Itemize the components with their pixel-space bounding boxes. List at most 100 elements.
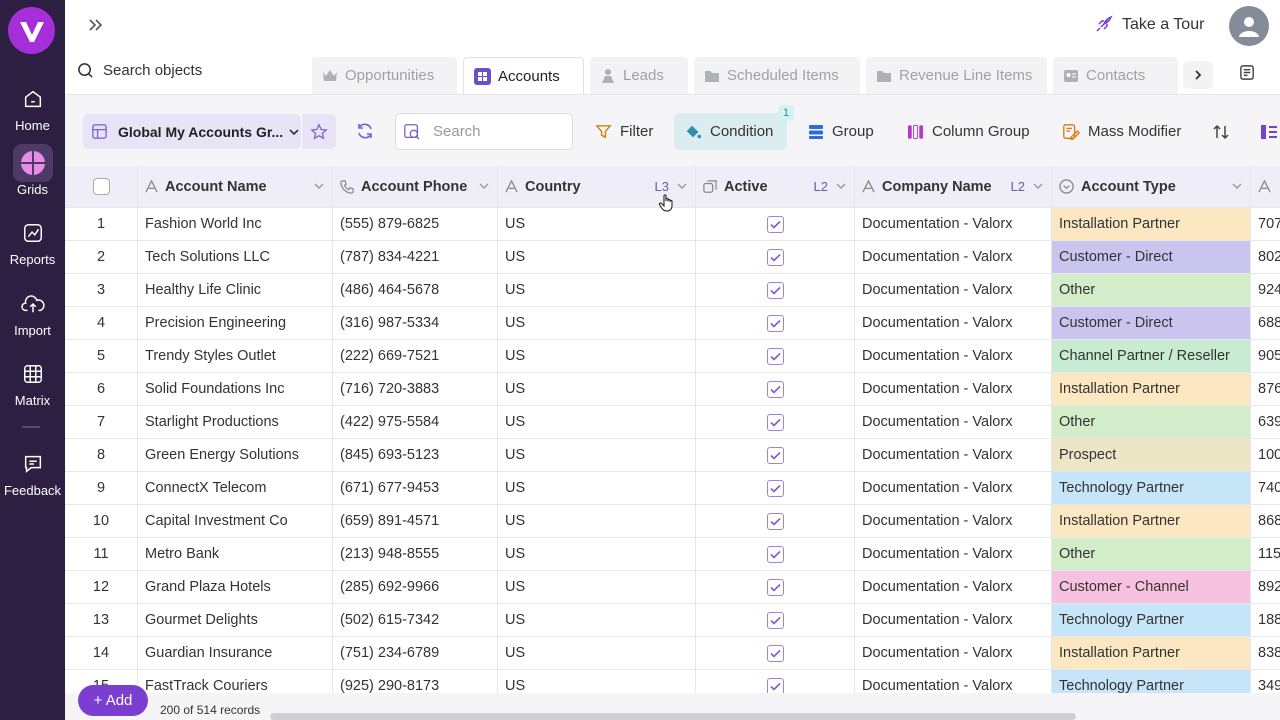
account-name-cell[interactable]: Healthy Life Clinic <box>138 274 333 306</box>
sidebar-item-grids[interactable]: Grids <box>0 144 65 197</box>
next-column-cell[interactable]: 688 <box>1251 307 1280 339</box>
account-phone-cell[interactable]: (422) 975-5584 <box>333 406 498 438</box>
company-name-cell[interactable]: Documentation - Valorx <box>855 439 1052 471</box>
avatar[interactable] <box>1229 6 1269 46</box>
account-type-cell[interactable]: Channel Partner / Reseller <box>1052 340 1251 372</box>
column-header-active[interactable]: Active L2 <box>696 166 855 207</box>
active-cell[interactable] <box>696 373 855 405</box>
table-row[interactable]: 3 Healthy Life Clinic (486) 464-5678 US Docu… <box>65 274 1280 307</box>
country-cell[interactable]: US <box>498 571 696 603</box>
sidebar-item-reports[interactable]: Reports <box>0 214 65 267</box>
company-name-cell[interactable]: Documentation - Valorx <box>855 637 1052 669</box>
active-checkbox[interactable] <box>766 314 784 332</box>
active-checkbox[interactable] <box>766 413 784 431</box>
account-phone-cell[interactable]: (213) 948-8555 <box>333 538 498 570</box>
refresh-icon[interactable] <box>355 121 375 146</box>
notes-icon[interactable] <box>1239 64 1256 86</box>
account-type-cell[interactable]: Technology Partner <box>1052 604 1251 636</box>
active-cell[interactable] <box>696 637 855 669</box>
next-column-cell[interactable]: 924 <box>1251 274 1280 306</box>
next-column-cell[interactable]: 740 <box>1251 472 1280 504</box>
account-type-cell[interactable]: Other <box>1052 406 1251 438</box>
account-name-cell[interactable]: Solid Foundations Inc <box>138 373 333 405</box>
mass-modifier-button[interactable]: Mass Modifier <box>1052 113 1191 150</box>
country-cell[interactable]: US <box>498 505 696 537</box>
account-type-cell[interactable]: Prospect <box>1052 439 1251 471</box>
country-cell[interactable]: US <box>498 406 696 438</box>
company-name-cell[interactable]: Documentation - Valorx <box>855 571 1052 603</box>
table-row[interactable]: 14 Guardian Insurance (751) 234-6789 US Docu… <box>65 637 1280 670</box>
table-row[interactable]: 11 Metro Bank (213) 948-8555 US Documentatio… <box>65 538 1280 571</box>
table-row[interactable]: 5 Trendy Styles Outlet (222) 669-7521 US Doc… <box>65 340 1280 373</box>
account-name-cell[interactable]: Green Energy Solutions <box>138 439 333 471</box>
account-phone-cell[interactable]: (925) 290-8173 <box>333 670 498 693</box>
active-cell[interactable] <box>696 604 855 636</box>
active-checkbox[interactable] <box>766 479 784 497</box>
next-column-cell[interactable]: 639 <box>1251 406 1280 438</box>
account-phone-cell[interactable]: (659) 891-4571 <box>333 505 498 537</box>
active-cell[interactable] <box>696 472 855 504</box>
row-number-cell[interactable]: 6 <box>65 373 138 405</box>
active-checkbox[interactable] <box>766 644 784 662</box>
table-row[interactable]: 8 Green Energy Solutions (845) 693-5123 US D… <box>65 439 1280 472</box>
column-header-account-type[interactable]: Account Type <box>1052 166 1251 207</box>
search-objects[interactable]: Search objects <box>77 62 202 79</box>
account-name-cell[interactable]: Metro Bank <box>138 538 333 570</box>
column-header-account-phone[interactable]: Account Phone <box>333 166 498 207</box>
favorite-view-button[interactable] <box>301 114 336 149</box>
account-type-cell[interactable]: Installation Partner <box>1052 373 1251 405</box>
grid-search-input[interactable]: Search <box>395 113 573 150</box>
active-checkbox[interactable] <box>766 446 784 464</box>
company-name-cell[interactable]: Documentation - Valorx <box>855 208 1052 240</box>
country-cell[interactable]: US <box>498 439 696 471</box>
row-number-cell[interactable]: 1 <box>65 208 138 240</box>
account-name-cell[interactable]: Precision Engineering <box>138 307 333 339</box>
chevron-down-icon[interactable] <box>1033 183 1043 190</box>
company-name-cell[interactable]: Documentation - Valorx <box>855 472 1052 504</box>
row-number-cell[interactable]: 13 <box>65 604 138 636</box>
account-phone-cell[interactable]: (751) 234-6789 <box>333 637 498 669</box>
next-column-cell[interactable]: 868 <box>1251 505 1280 537</box>
active-cell[interactable] <box>696 241 855 273</box>
next-column-cell[interactable]: 349 <box>1251 670 1280 693</box>
company-name-cell[interactable]: Documentation - Valorx <box>855 670 1052 693</box>
company-name-cell[interactable]: Documentation - Valorx <box>855 406 1052 438</box>
row-number-cell[interactable]: 7 <box>65 406 138 438</box>
active-checkbox[interactable] <box>766 347 784 365</box>
row-number-cell[interactable]: 9 <box>65 472 138 504</box>
column-header-company-name[interactable]: Company Name L2 <box>855 166 1052 207</box>
active-checkbox[interactable] <box>766 578 784 596</box>
company-name-cell[interactable]: Documentation - Valorx <box>855 307 1052 339</box>
country-cell[interactable]: US <box>498 307 696 339</box>
company-name-cell[interactable]: Documentation - Valorx <box>855 505 1052 537</box>
active-checkbox[interactable] <box>766 677 784 693</box>
column-group-button[interactable]: Column Group <box>897 113 1040 150</box>
account-type-cell[interactable]: Installation Partner <box>1052 208 1251 240</box>
tab-revenue-line-items[interactable]: Revenue Line Items <box>866 57 1047 94</box>
company-name-cell[interactable]: Documentation - Valorx <box>855 340 1052 372</box>
account-type-cell[interactable]: Customer - Direct <box>1052 307 1251 339</box>
column-settings-icon[interactable] <box>1250 113 1280 150</box>
chevron-down-icon[interactable] <box>479 183 489 190</box>
account-name-cell[interactable]: Grand Plaza Hotels <box>138 571 333 603</box>
add-record-button[interactable]: + Add <box>78 685 148 716</box>
active-cell[interactable] <box>696 274 855 306</box>
chevron-down-icon[interactable] <box>314 183 324 190</box>
country-cell[interactable]: US <box>498 472 696 504</box>
account-phone-cell[interactable]: (222) 669-7521 <box>333 340 498 372</box>
table-row[interactable]: 2 Tech Solutions LLC (787) 834-4221 US Docum… <box>65 241 1280 274</box>
sidebar-item-feedback[interactable]: Feedback <box>0 445 65 498</box>
tab-contacts[interactable]: Contacts <box>1053 57 1178 94</box>
active-cell[interactable] <box>696 406 855 438</box>
next-column-cell[interactable]: 188 <box>1251 604 1280 636</box>
chevron-down-icon[interactable] <box>1232 183 1242 190</box>
column-header-account-name[interactable]: Account Name <box>138 166 333 207</box>
next-column-cell[interactable]: 707 <box>1251 208 1280 240</box>
chevron-down-icon[interactable] <box>836 183 846 190</box>
country-cell[interactable]: US <box>498 373 696 405</box>
next-column-cell[interactable]: 838 <box>1251 637 1280 669</box>
account-phone-cell[interactable]: (716) 720-3883 <box>333 373 498 405</box>
account-phone-cell[interactable]: (285) 692-9966 <box>333 571 498 603</box>
tab-leads[interactable]: Leads <box>590 57 688 94</box>
chevron-down-icon[interactable] <box>677 183 687 190</box>
